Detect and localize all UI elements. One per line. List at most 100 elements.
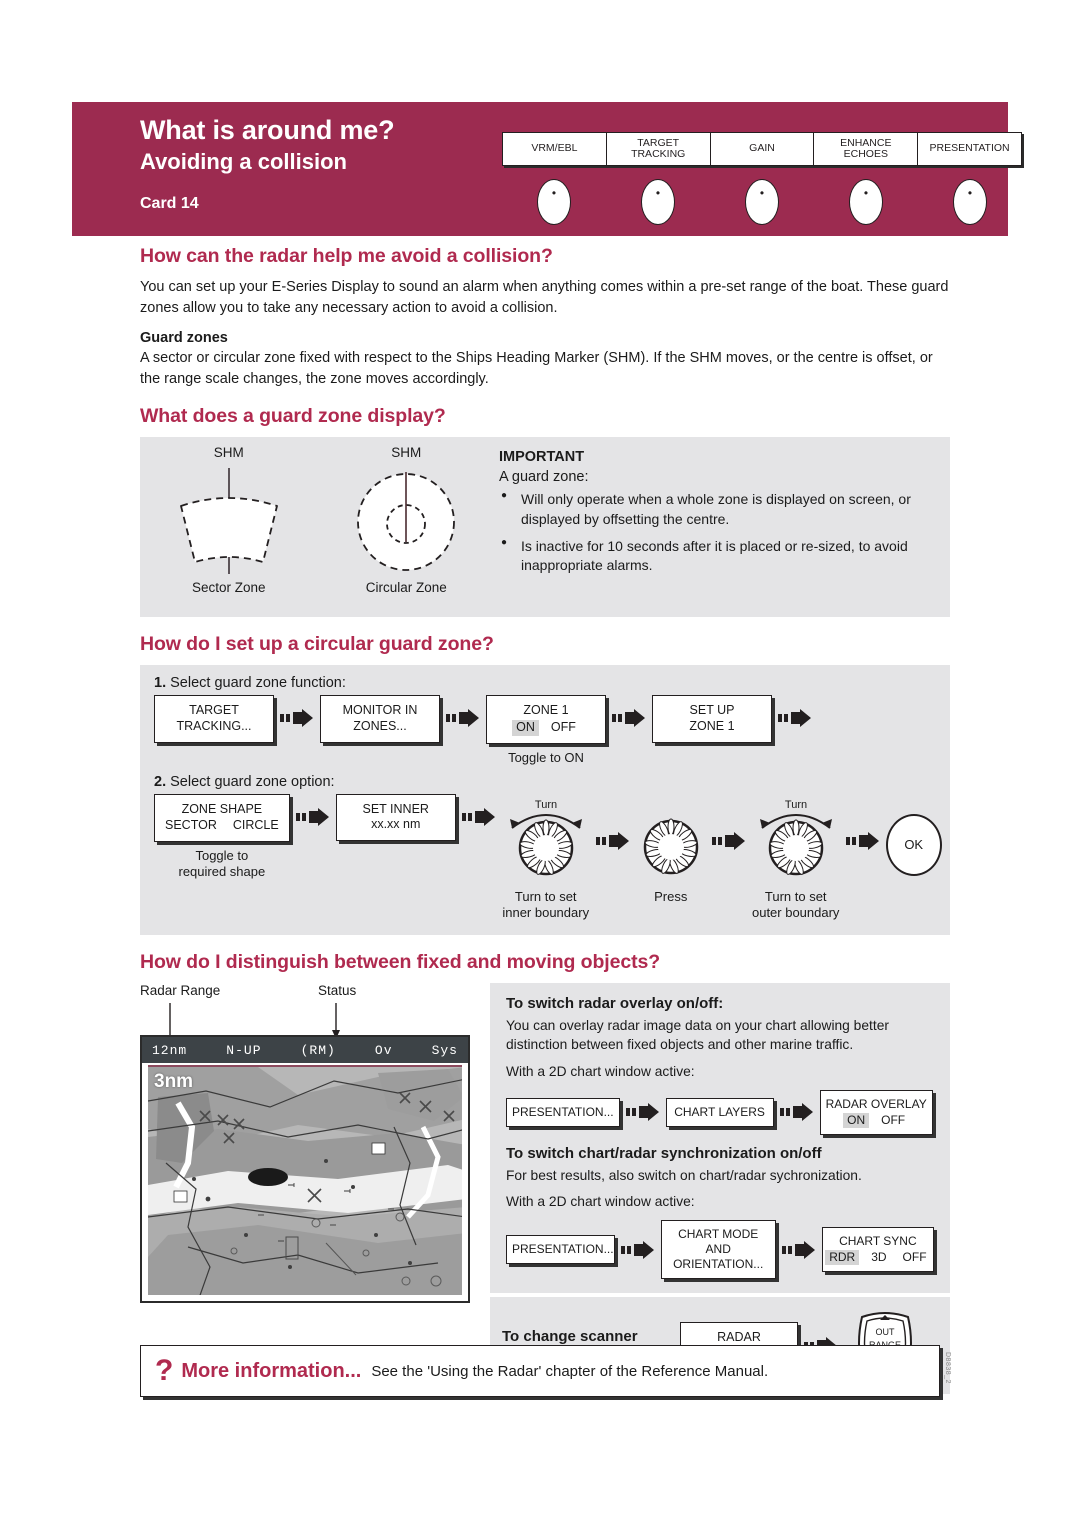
heading-chart-radar-sync: To switch chart/radar synchronization on…: [506, 1144, 822, 1162]
toggle-option-circle[interactable]: CIRCLE: [229, 818, 283, 834]
page-title: What is around me?: [140, 115, 395, 145]
softkey-label-vrm-ebl[interactable]: VRM/EBL: [503, 133, 607, 165]
important-lead: A guard zone:: [499, 469, 589, 486]
more-information-text: See the 'Using the Radar' chapter of the…: [371, 1362, 769, 1380]
toggle-option-off[interactable]: OFF: [877, 1113, 909, 1128]
softkey-set-up-zone-1[interactable]: SET UP ZONE 1: [652, 695, 772, 743]
flow-caption-toggle-to-on: Toggle to ON: [508, 749, 584, 765]
softkey-radar-overlay[interactable]: RADAR OVERLAY ON OFF: [819, 1089, 933, 1135]
softkey-chart-mode-orientation[interactable]: CHART MODE AND ORIENTATION...: [660, 1220, 776, 1280]
softkey-button-enhance-echoes[interactable]: •: [849, 179, 883, 225]
softkey-line-2: ZONE 1: [689, 718, 735, 733]
softkey-label-target-tracking[interactable]: TARGET TRACKING: [607, 133, 711, 165]
heading-circular-guard-zone: How do I set up a circular guard zone?: [140, 633, 494, 656]
toggle-group: SECTOR CIRCLE: [161, 818, 283, 834]
heading-radar-overlay: To switch radar overlay on/off:: [506, 995, 724, 1013]
figure-circular-zone: SHM Circular Zone: [318, 445, 496, 617]
softkey-line-1: MONITOR IN: [342, 703, 418, 718]
dot-icon: •: [551, 186, 557, 200]
dot-icon: •: [967, 186, 973, 200]
step-1-label: 1. Select guard zone function:: [154, 675, 936, 691]
softkey-presentation-sync[interactable]: PRESENTATION...: [506, 1235, 615, 1265]
softkey-chart-sync[interactable]: CHART SYNC RDR 3D OFF: [821, 1227, 934, 1273]
softkey-label-gain[interactable]: GAIN: [711, 133, 815, 165]
softkey-button-target-tracking[interactable]: •: [641, 179, 675, 225]
softkey-line-1: CHART MODE AND: [678, 1227, 759, 1257]
flow-arrow-icon: [620, 1103, 666, 1122]
flow-item: Turn: [502, 794, 590, 922]
toggle-option-on[interactable]: ON: [512, 719, 539, 736]
figure-label-shm: SHM: [213, 445, 244, 461]
softkey-line-2: ZONES...: [353, 718, 407, 733]
toggle-option-off[interactable]: OFF: [899, 1250, 931, 1265]
annotation-status: Status: [318, 983, 357, 999]
radar-range-badge: 3nm: [154, 1071, 194, 1093]
softkey-monitor-in-zones[interactable]: MONITOR IN ZONES...: [320, 695, 440, 743]
flow-arrow-icon: [606, 709, 652, 728]
softkey-button-vrm-ebl[interactable]: •: [537, 179, 571, 225]
softkey-label-text: GAIN: [749, 142, 775, 155]
page-subtitle: Avoiding a collision: [140, 149, 347, 175]
rotary-knob-turn-icon: Turn: [509, 799, 582, 876]
figure-sector-zone: SHM Sector Zone: [140, 445, 318, 617]
softkey-label-enhance-echoes[interactable]: ENHANCE ECHOES: [814, 133, 919, 165]
overlay-flow: PRESENTATION... CHART LAYERS RADAR OVERL…: [506, 1089, 934, 1135]
sync-flow: PRESENTATION... CHART MODE AND ORIENTATI…: [506, 1220, 934, 1280]
dot-icon: •: [655, 186, 661, 200]
toggle-option-3d[interactable]: 3D: [867, 1250, 890, 1265]
softkey-zone-1-toggle[interactable]: ZONE 1 ON OFF: [486, 695, 606, 744]
toggle-group: ON OFF: [826, 1112, 927, 1128]
radar-status-orientation: N-UP: [226, 1042, 262, 1058]
step-2-text: Select guard zone option:: [170, 773, 335, 790]
softkey-button-gain[interactable]: •: [745, 179, 779, 225]
softkey-button-presentation[interactable]: •: [953, 179, 987, 225]
flow-arrow-icon: [774, 1103, 820, 1122]
softkey-line-2: xx.xx nm: [371, 817, 421, 832]
figure-caption-sector-zone: Sector Zone: [191, 580, 266, 596]
rotary-knob-press[interactable]: [636, 816, 706, 883]
toggle-option-on[interactable]: ON: [843, 1112, 870, 1128]
flow-arrow-icon: [456, 807, 502, 826]
important-bullet-list: Will only operate when a whole zone is d…: [499, 489, 934, 575]
softkey-line-1: ZONE 1: [523, 703, 569, 718]
flow-item: Press: [636, 816, 706, 905]
softkey-label-presentation[interactable]: PRESENTATION: [918, 133, 1021, 165]
softkey-target-tracking[interactable]: TARGET TRACKING...: [154, 695, 274, 743]
ok-button-label: OK: [904, 837, 924, 853]
softkey-button-row: • • • • •: [502, 179, 1022, 225]
radar-screen[interactable]: 12nm N-UP (RM) Ov Sys 3nm: [140, 1035, 470, 1304]
dot-icon: •: [863, 186, 869, 200]
heading-fixed-moving: How do I distinguish between fixed and m…: [140, 951, 661, 974]
softkey-line-1: ZONE SHAPE: [181, 801, 263, 816]
softkey-set-inner[interactable]: SET INNER xx.xx nm: [335, 793, 456, 842]
radar-chart-map[interactable]: 3nm: [148, 1065, 462, 1296]
softkey-line-1: RADAR OVERLAY: [825, 1096, 927, 1111]
rotary-knob-inner[interactable]: Turn: [502, 794, 590, 883]
flow-arrow-icon: [776, 1240, 822, 1259]
rotary-knob-press-icon: [643, 818, 698, 875]
softkey-line-1: SET INNER: [362, 801, 429, 816]
flow-caption-turn-inner: Turn to set inner boundary: [502, 888, 590, 921]
header-title-group: What is around me? Avoiding a collision …: [72, 102, 432, 213]
softkey-line-1: CHART SYNC: [839, 1234, 917, 1249]
ok-button[interactable]: OK: [885, 813, 942, 876]
softkey-line-1: SET UP: [689, 703, 735, 718]
flow-arrow-icon: [290, 807, 336, 826]
toggle-option-off[interactable]: OFF: [547, 720, 580, 736]
important-title: IMPORTANT: [499, 449, 585, 466]
flow-item: SET UP ZONE 1: [652, 695, 772, 743]
toggle-option-sector[interactable]: SECTOR: [161, 818, 221, 834]
flow-arrow-icon: [615, 1240, 661, 1259]
toggle-option-rdr[interactable]: RDR: [825, 1250, 860, 1266]
radar-status-overlay: Ov: [374, 1042, 393, 1058]
heading-guard-zone-display: What does a guard zone display?: [140, 405, 446, 428]
softkey-zone-shape[interactable]: ZONE SHAPE SECTOR CIRCLE: [154, 793, 290, 843]
softkey-presentation[interactable]: PRESENTATION...: [506, 1097, 620, 1127]
paragraph-radar-overlay-1: You can overlay radar image data on your…: [506, 1018, 889, 1053]
paragraph-radar-overlay-2: With a 2D chart window active:: [506, 1063, 695, 1079]
rotary-knob-outer[interactable]: Turn: [752, 794, 840, 883]
softkey-chart-layers[interactable]: CHART LAYERS: [665, 1097, 774, 1127]
card-content: How can the radar help me avoid a collis…: [140, 245, 950, 1395]
radar-screenshot-block: Radar Range Status 12nm N-UP (RM) Ov Sys…: [140, 983, 480, 1304]
softkey-line-1: TARGET: [189, 703, 239, 718]
